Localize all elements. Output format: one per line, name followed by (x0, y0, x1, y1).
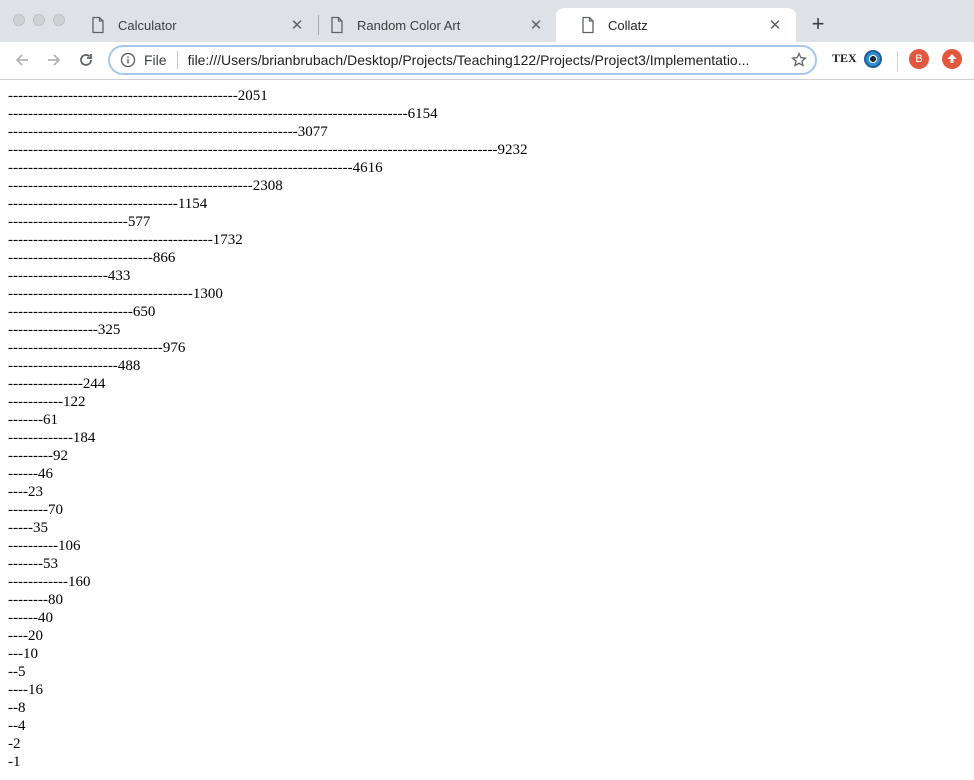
collatz-line: ------------160 (8, 574, 91, 590)
collatz-line: ----------------------------------------… (8, 178, 283, 194)
collatz-line: -----------------------------866 (8, 250, 176, 266)
tex-extension-icon[interactable]: TEX (832, 51, 857, 66)
eye-extension-icon[interactable] (864, 50, 882, 68)
collatz-line: -1 (8, 754, 21, 770)
collatz-line: ----------------------------------------… (8, 88, 268, 104)
collatz-line: ----------------------------------------… (8, 106, 438, 122)
collatz-line: ----------------------------------1154 (8, 196, 208, 212)
collatz-line: ----16 (8, 682, 43, 698)
collatz-line: -------61 (8, 412, 58, 428)
forward-button[interactable] (41, 47, 67, 73)
file-scheme-chip: File (144, 52, 167, 68)
collatz-line: -------------184 (8, 430, 96, 446)
collatz-line: ------46 (8, 466, 53, 482)
browser-toolbar: File file:///Users/brianbrubach/Desktop/… (0, 42, 974, 80)
arrow-left-icon (15, 54, 28, 66)
collatz-line: --------80 (8, 592, 63, 608)
collatz-line: ----------------------488 (8, 358, 141, 374)
page-icon (582, 16, 594, 34)
collatz-line: ------------------------577 (8, 214, 151, 230)
collatz-line: ---------------244 (8, 376, 106, 392)
collatz-line: --------70 (8, 502, 63, 518)
tab-random-color-art[interactable]: Random Color Art ✕ (305, 8, 557, 42)
collatz-line: -------53 (8, 556, 58, 572)
tab-label: Random Color Art (357, 17, 461, 33)
star-icon[interactable] (791, 52, 807, 68)
page-icon (92, 16, 104, 34)
close-icon[interactable]: ✕ (288, 16, 306, 34)
collatz-line: --5 (8, 664, 26, 680)
arrow-up-icon (947, 54, 957, 63)
omnibox-divider (176, 51, 178, 69)
update-icon[interactable] (942, 49, 962, 69)
collatz-line: ------40 (8, 610, 53, 626)
collatz-line: -2 (8, 736, 21, 752)
collatz-line: -----35 (8, 520, 48, 536)
arrow-right-icon (48, 54, 61, 66)
toolbar-divider (897, 51, 898, 71)
collatz-line: ----------------------------------------… (8, 232, 243, 248)
collatz-line: --8 (8, 700, 26, 716)
collatz-line: ---------92 (8, 448, 68, 464)
page-icon (331, 16, 343, 34)
close-icon[interactable]: ✕ (527, 16, 545, 34)
collatz-line: ----------------------------------------… (8, 160, 383, 176)
address-bar[interactable]: File file:///Users/brianbrubach/Desktop/… (108, 45, 817, 75)
back-button[interactable] (9, 47, 35, 73)
collatz-line: ----------106 (8, 538, 81, 554)
collatz-line: ----------------------------------------… (8, 142, 528, 158)
info-icon[interactable] (120, 52, 136, 68)
window-zoom-button[interactable] (53, 14, 65, 26)
profile-avatar[interactable]: B (909, 49, 929, 69)
tab-calculator[interactable]: Calculator ✕ (66, 8, 318, 42)
collatz-line: -------------------------------976 (8, 340, 186, 356)
window-minimize-button[interactable] (33, 14, 45, 26)
collatz-line: ----20 (8, 628, 43, 644)
tab-collatz[interactable]: Collatz ✕ (556, 8, 796, 42)
reload-icon (80, 54, 92, 66)
collatz-line: ----23 (8, 484, 43, 500)
collatz-line: ------------------325 (8, 322, 121, 338)
collatz-line: ---10 (8, 646, 38, 662)
collatz-line: -----------122 (8, 394, 86, 410)
collatz-line: --------------------433 (8, 268, 131, 284)
close-icon[interactable]: ✕ (766, 16, 784, 34)
new-tab-button[interactable]: + (806, 12, 830, 36)
collatz-line: --4 (8, 718, 26, 734)
reload-button[interactable] (73, 47, 99, 73)
tab-strip: Calculator ✕ Random Color Art ✕ Collatz … (0, 0, 974, 42)
url-text[interactable]: file:///Users/brianbrubach/Desktop/Proje… (188, 52, 784, 68)
tab-label: Calculator (118, 17, 177, 33)
collatz-line: -------------------------------------130… (8, 286, 223, 302)
collatz-output: ----------------------------------------… (8, 87, 958, 771)
collatz-line: ----------------------------------------… (8, 124, 328, 140)
collatz-line: -------------------------650 (8, 304, 156, 320)
tab-label: Collatz (608, 17, 648, 33)
window-close-button[interactable] (13, 14, 25, 26)
